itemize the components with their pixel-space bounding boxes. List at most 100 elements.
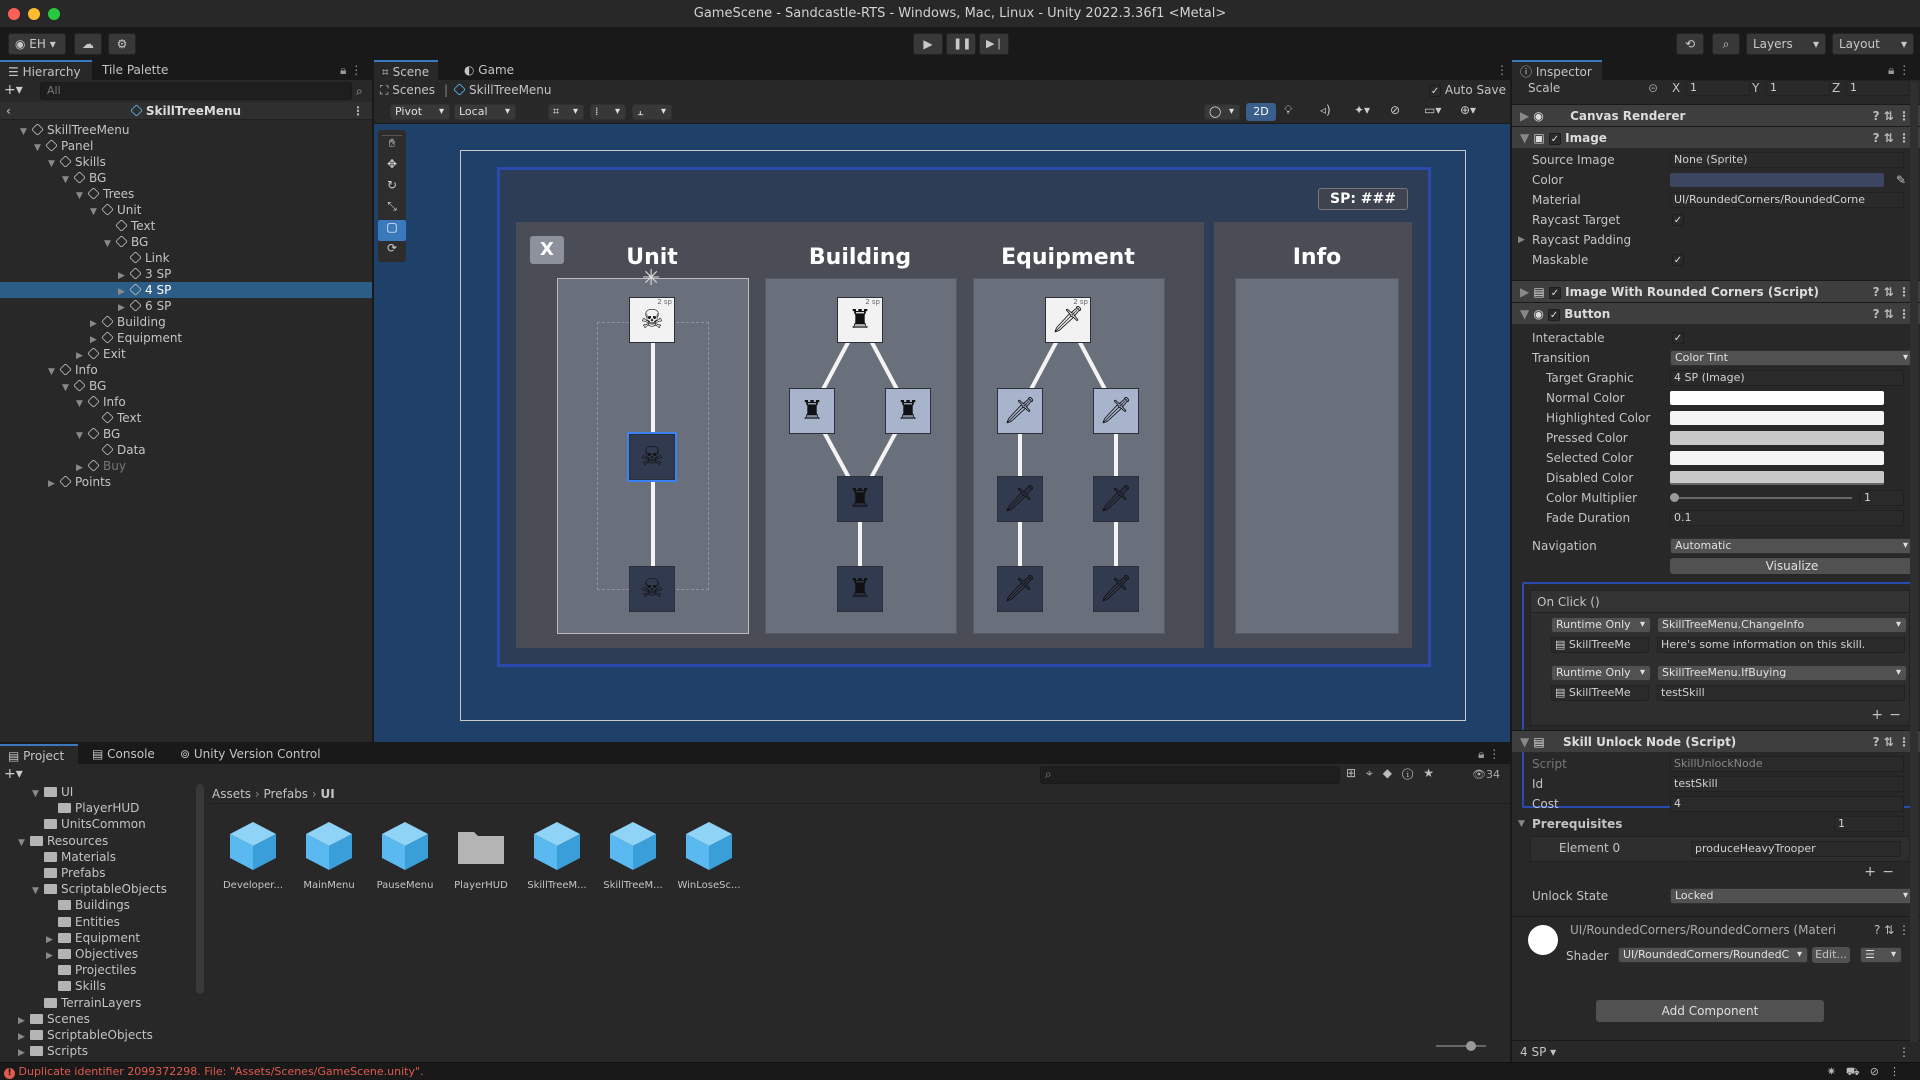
effects-icon[interactable]: ✦▾ xyxy=(1354,103,1370,117)
rounded-corners-header[interactable]: ▶ ▤ ✓ Image With Rounded Corners (Script… xyxy=(1512,280,1920,302)
function-dropdown-1[interactable]: SkillTreeMenu.ChangeInfo xyxy=(1657,617,1907,633)
button-enabled-checkbox[interactable]: ✓ xyxy=(1548,308,1561,321)
unit-skill-node[interactable]: ☠ xyxy=(629,566,675,612)
tab-inspector[interactable]: ⓘ Inspector xyxy=(1512,60,1602,80)
draw-mode-dropdown[interactable]: ◯ xyxy=(1204,104,1240,120)
project-folder-row[interactable]: UnitsCommon xyxy=(32,816,146,832)
tab-version-control[interactable]: ⊚ Unity Version Control xyxy=(172,744,329,764)
hierarchy-row[interactable]: ▼ Info xyxy=(0,362,372,378)
scale-y-field[interactable]: 1 xyxy=(1766,80,1830,96)
project-lock-icon[interactable]: 🔒︎ ⋮ xyxy=(1470,744,1508,764)
button-header[interactable]: ▼ ◉ ✓ Button? ⇅ ⋮ xyxy=(1512,302,1920,324)
image-enabled-checkbox[interactable]: ✓ xyxy=(1548,132,1561,145)
add-element-button[interactable]: + xyxy=(1864,864,1876,880)
prerequisites-count-field[interactable]: 1 xyxy=(1834,816,1904,832)
status-icons[interactable]: ✷⛟⊘⋮ xyxy=(1827,1063,1910,1080)
cloud-icon[interactable]: ☁ xyxy=(74,33,102,55)
rounded-enabled-checkbox[interactable]: ✓ xyxy=(1548,286,1561,299)
project-folder-row[interactable]: ▶ ScriptableObjects xyxy=(18,1027,153,1043)
add-event-button[interactable]: + xyxy=(1871,707,1883,723)
asset-item[interactable]: Developer... xyxy=(217,818,289,891)
preview-menu-icon[interactable]: ⋮ xyxy=(1898,1041,1910,1063)
cost-field[interactable]: 4 xyxy=(1670,796,1904,812)
inspector-scrollbar[interactable] xyxy=(1910,82,1918,1042)
project-folder-row[interactable]: TerrainLayers xyxy=(32,995,141,1011)
hierarchy-row[interactable]: ▼ Trees xyxy=(0,186,372,202)
disabled-color-swatch[interactable] xyxy=(1670,471,1884,485)
building-skill-node[interactable]: ♜ 2 sp xyxy=(837,297,883,343)
move-tool-icon[interactable]: ✥ xyxy=(378,157,406,178)
align-dropdown[interactable]: ⫠ xyxy=(632,104,672,120)
zoom-slider[interactable] xyxy=(1436,1045,1486,1047)
visualize-button[interactable]: Visualize xyxy=(1670,558,1914,574)
runtime-dropdown-2[interactable]: Runtime Only xyxy=(1551,665,1651,681)
hierarchy-row[interactable]: ▶ Buy xyxy=(0,458,372,474)
skill-node-header[interactable]: ▼ ▤ Skill Unlock Node (Script)? ⇅ ⋮ xyxy=(1512,730,1920,752)
fade-duration-field[interactable]: 0.1 xyxy=(1670,510,1904,526)
equipment-skill-node[interactable]: 🗡︎ 2 sp xyxy=(1045,297,1091,343)
normal-color-swatch[interactable] xyxy=(1670,391,1884,405)
hierarchy-row[interactable]: ▼ BG xyxy=(0,170,372,186)
equipment-skill-node[interactable]: 🗡︎ xyxy=(997,566,1043,612)
hierarchy-row[interactable]: Link xyxy=(0,250,372,266)
unit-skill-node-selected[interactable]: ☠ xyxy=(627,432,677,482)
project-folder-row[interactable]: PlayerHUD xyxy=(46,800,139,816)
component-menu-icon[interactable]: ? ⇅ ⋮ xyxy=(1873,281,1910,303)
camera-icon[interactable]: ▭▾ xyxy=(1424,103,1441,117)
rect-tool-icon[interactable]: ▢ xyxy=(378,220,406,241)
hierarchy-row[interactable]: ▼ Unit xyxy=(0,202,372,218)
back-arrow-icon[interactable]: ‹ xyxy=(6,102,11,120)
project-folder-row[interactable]: Prefabs xyxy=(32,865,106,881)
increment-snap-dropdown[interactable]: ⁞ xyxy=(590,104,626,120)
add-object-button[interactable]: +▾ xyxy=(4,82,32,100)
hierarchy-row[interactable]: ▶ Points xyxy=(0,474,372,490)
layout-dropdown[interactable]: Layout ▾ xyxy=(1832,33,1914,55)
hierarchy-row[interactable]: ▶ 3 SP xyxy=(0,266,372,282)
color-swatch[interactable] xyxy=(1670,173,1884,187)
hierarchy-row[interactable]: Text xyxy=(0,218,372,234)
pivot-handle-icon[interactable]: ✳ xyxy=(642,266,660,291)
component-menu-icon[interactable]: ? ⇅ ⋮ xyxy=(1873,731,1910,753)
settings-icon[interactable]: ⚙ xyxy=(108,33,136,55)
search-icon[interactable]: ⌕ xyxy=(1712,33,1740,55)
asset-item[interactable]: PauseMenu xyxy=(369,818,441,891)
tab-console[interactable]: ▤ Console xyxy=(84,744,163,764)
argument-field-2[interactable]: testSkill xyxy=(1657,685,1905,701)
hierarchy-row[interactable]: ▼ BG xyxy=(0,378,372,394)
image-header[interactable]: ▼ ▣ ✓ Image? ⇅ ⋮ xyxy=(1512,126,1920,148)
lock-icon[interactable]: 🔒︎ ⋮ xyxy=(332,60,370,80)
hierarchy-row[interactable]: ▼ BG xyxy=(0,426,372,442)
project-folder-row[interactable]: Projectiles xyxy=(46,962,136,978)
scale-x-field[interactable]: 1 xyxy=(1686,80,1750,96)
remove-event-button[interactable]: − xyxy=(1889,707,1901,723)
foldout-arrow-icon[interactable]: ▼ xyxy=(32,786,44,802)
building-skill-node[interactable]: ♜ xyxy=(789,388,835,434)
selected-color-swatch[interactable] xyxy=(1670,451,1884,465)
target-graphic-field[interactable]: 4 SP (Image) xyxy=(1670,370,1904,386)
lighting-icon[interactable]: 💡︎ xyxy=(1284,103,1292,118)
foldout-arrow-icon[interactable]: ▼ xyxy=(18,835,30,851)
tab-game[interactable]: ◐ Game xyxy=(456,60,522,80)
gizmos-icon[interactable]: ⊕▾ xyxy=(1460,103,1476,117)
component-menu-icon[interactable]: ? ⇅ ⋮ xyxy=(1873,127,1910,149)
history-icon[interactable]: ⟲ xyxy=(1676,33,1704,55)
project-folder-row[interactable]: ▶ Scripts xyxy=(18,1043,88,1059)
equipment-skill-node[interactable]: 🗡︎ xyxy=(1093,388,1139,434)
project-search-input[interactable]: ⌕ xyxy=(1040,766,1340,784)
maskable-checkbox[interactable]: ✓ xyxy=(1672,254,1684,266)
equipment-skill-node[interactable]: 🗡︎ xyxy=(997,388,1043,434)
equipment-skill-node[interactable]: 🗡︎ xyxy=(1093,476,1139,522)
zoom-slider-handle[interactable] xyxy=(1466,1041,1476,1051)
id-field[interactable]: testSkill xyxy=(1670,776,1904,792)
asset-item[interactable]: WinLoseSc... xyxy=(673,818,745,891)
scene-search-icon[interactable]: ⌕ xyxy=(356,84,363,99)
interactable-checkbox[interactable]: ✓ xyxy=(1672,332,1684,344)
create-asset-button[interactable]: +▾ xyxy=(4,766,23,782)
project-folder-row[interactable]: Materials xyxy=(32,849,116,865)
transform-tool-icon[interactable]: ⟳ xyxy=(378,241,406,262)
foldout-arrow-icon[interactable]: ▶ xyxy=(48,476,60,492)
remove-element-button[interactable]: − xyxy=(1882,864,1894,880)
equipment-skill-node[interactable]: 🗡︎ xyxy=(1093,566,1139,612)
hierarchy-row[interactable]: Text xyxy=(0,410,372,426)
equipment-skill-node[interactable]: 🗡︎ xyxy=(997,476,1043,522)
